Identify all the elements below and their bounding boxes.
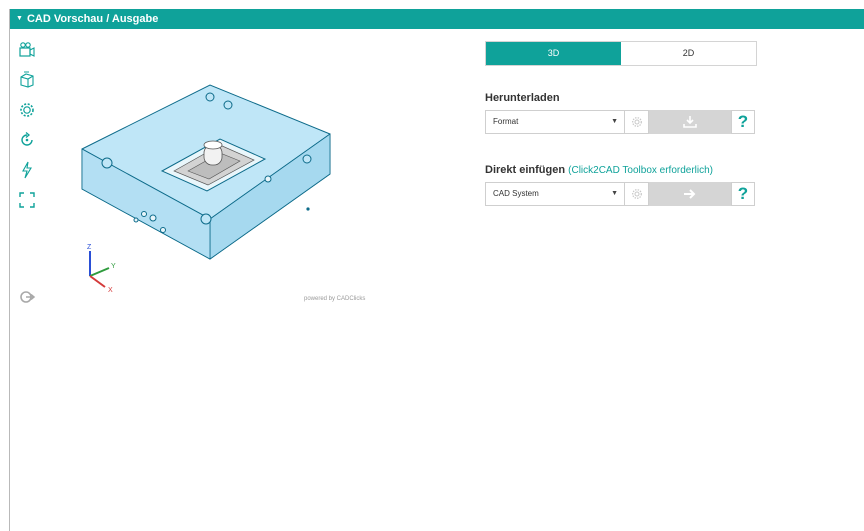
rotate-icon[interactable]: [18, 131, 36, 149]
select-arrow-icon: ▼: [611, 190, 618, 197]
insert-title-text: Direkt einfügen: [485, 164, 566, 176]
arrow-right-icon: [684, 189, 696, 199]
download-help-button[interactable]: ?: [731, 110, 755, 134]
lightning-icon[interactable]: [18, 161, 36, 179]
viewer-toolbar: [18, 41, 38, 221]
format-settings-icon[interactable]: [625, 110, 649, 134]
tab-2d[interactable]: 2D: [621, 42, 756, 65]
camera-views-icon[interactable]: [18, 41, 36, 59]
download-title: Herunterladen: [485, 92, 560, 104]
reset-view-icon[interactable]: [18, 288, 36, 306]
format-select-value: Format: [493, 117, 519, 126]
cad-settings-icon[interactable]: [625, 182, 649, 206]
cad-system-select[interactable]: CAD System ▼: [485, 182, 625, 206]
download-icon: [683, 116, 697, 128]
axis-triad: Z Y X: [87, 244, 116, 294]
fullscreen-icon[interactable]: [18, 191, 36, 209]
output-panel: 3D 2D Herunterladen Format ▼ ? Direkt ei…: [485, 41, 757, 206]
insert-hint: (Click2CAD Toolbox erforderlich): [568, 165, 714, 176]
box-view-icon[interactable]: [18, 71, 36, 89]
select-arrow-icon: ▼: [611, 118, 618, 125]
cad-preview-panel: ▼ CAD Vorschau / Ausgabe Z Y X powered b…: [9, 9, 864, 531]
cad-system-select-value: CAD System: [493, 189, 539, 198]
insert-help-button[interactable]: ?: [731, 182, 755, 206]
view-mode-toggle: 3D 2D: [485, 41, 757, 66]
settings-gear-icon[interactable]: [18, 101, 36, 119]
format-select[interactable]: Format ▼: [485, 110, 625, 134]
caret-down-icon[interactable]: ▼: [16, 9, 23, 29]
panel-title: CAD Vorschau / Ausgabe: [26, 13, 159, 25]
insert-row: CAD System ▼ ?: [485, 182, 757, 206]
download-row: Format ▼ ?: [485, 110, 757, 134]
download-button[interactable]: [649, 110, 731, 134]
axis-z-label: Z: [87, 244, 92, 251]
tab-3d[interactable]: 3D: [486, 42, 621, 65]
insert-title: Direkt einfügen (Click2CAD Toolbox erfor…: [485, 164, 757, 176]
powered-by-label: powered by CADClicks: [304, 296, 366, 302]
insert-button[interactable]: [649, 182, 731, 206]
panel-header[interactable]: ▼ CAD Vorschau / Ausgabe: [10, 9, 864, 29]
axis-y-label: Y: [111, 263, 116, 270]
axis-x-label: X: [108, 287, 113, 294]
